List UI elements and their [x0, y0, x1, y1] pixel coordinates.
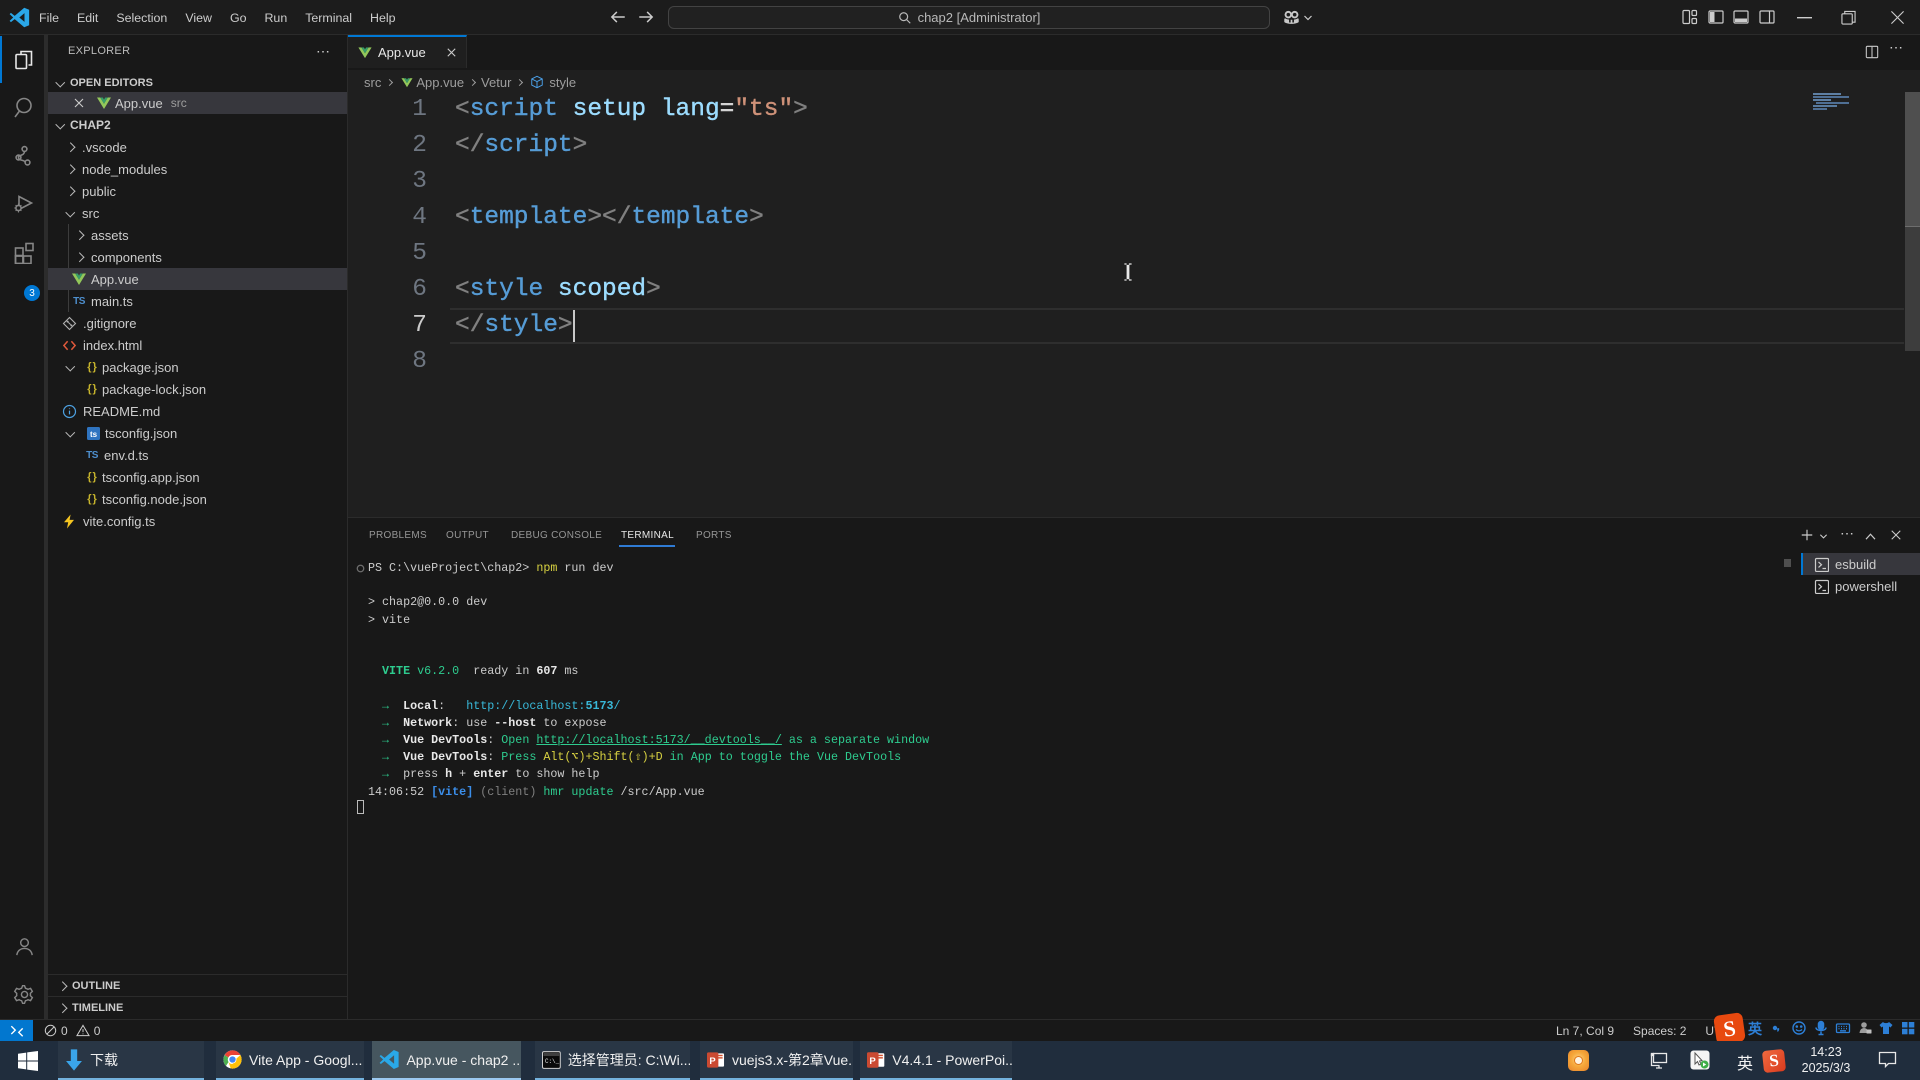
svg-text:C:\_: C:\_: [545, 1057, 560, 1064]
svg-text:P: P: [869, 1055, 876, 1066]
svg-text:P: P: [709, 1055, 715, 1066]
svg-text:ts: ts: [89, 430, 97, 439]
